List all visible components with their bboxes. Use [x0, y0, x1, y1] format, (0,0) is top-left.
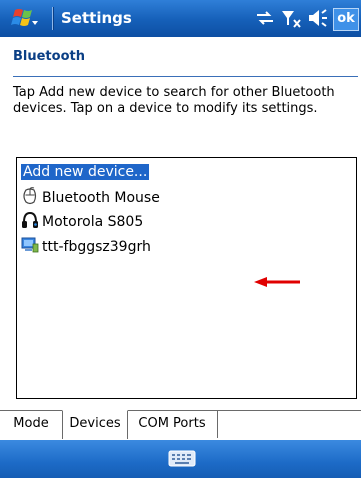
connectivity-icon[interactable] — [255, 9, 275, 27]
tab-mode[interactable]: Mode — [0, 411, 63, 438]
menu-bar — [0, 440, 361, 478]
header-divider — [13, 76, 358, 77]
title-bar: Settings ok — [0, 0, 361, 37]
mouse-icon — [23, 187, 37, 205]
instructions-text: Tap Add new device to search for other B… — [13, 85, 335, 116]
speaker-icon[interactable] — [307, 9, 329, 27]
no-signal-icon[interactable] — [281, 9, 303, 29]
tab-strip: Mode Devices COM Ports — [0, 410, 361, 439]
list-item-add-new-device[interactable]: Add new device... — [21, 162, 150, 182]
list-item-label: Motorola S805 — [42, 214, 144, 230]
list-item-label: Bluetooth Mouse — [42, 190, 160, 206]
list-item-ttt-fbggsz39grh[interactable]: ttt-fbggsz39grh — [21, 236, 151, 256]
headphones-icon — [22, 211, 38, 228]
red-arrow-icon — [254, 277, 300, 287]
tab-devices[interactable]: Devices — [62, 410, 128, 439]
device-list[interactable]: Add new device... Bluetooth Mouse Motoro… — [16, 157, 357, 399]
title-separator — [52, 7, 54, 30]
list-item-label: Add new device... — [21, 164, 150, 180]
computer-icon — [21, 237, 39, 253]
page-title: Bluetooth — [13, 49, 85, 64]
ok-button[interactable]: ok — [333, 8, 359, 31]
keyboard-icon[interactable] — [168, 450, 196, 467]
tab-com-ports[interactable]: COM Ports — [127, 411, 218, 438]
windows-flag-icon[interactable] — [6, 6, 40, 31]
list-item-bluetooth-mouse[interactable]: Bluetooth Mouse — [21, 187, 160, 207]
list-item-motorola-s805[interactable]: Motorola S805 — [21, 211, 143, 231]
window-title: Settings — [61, 9, 132, 27]
list-item-label: ttt-fbggsz39grh — [42, 239, 151, 255]
